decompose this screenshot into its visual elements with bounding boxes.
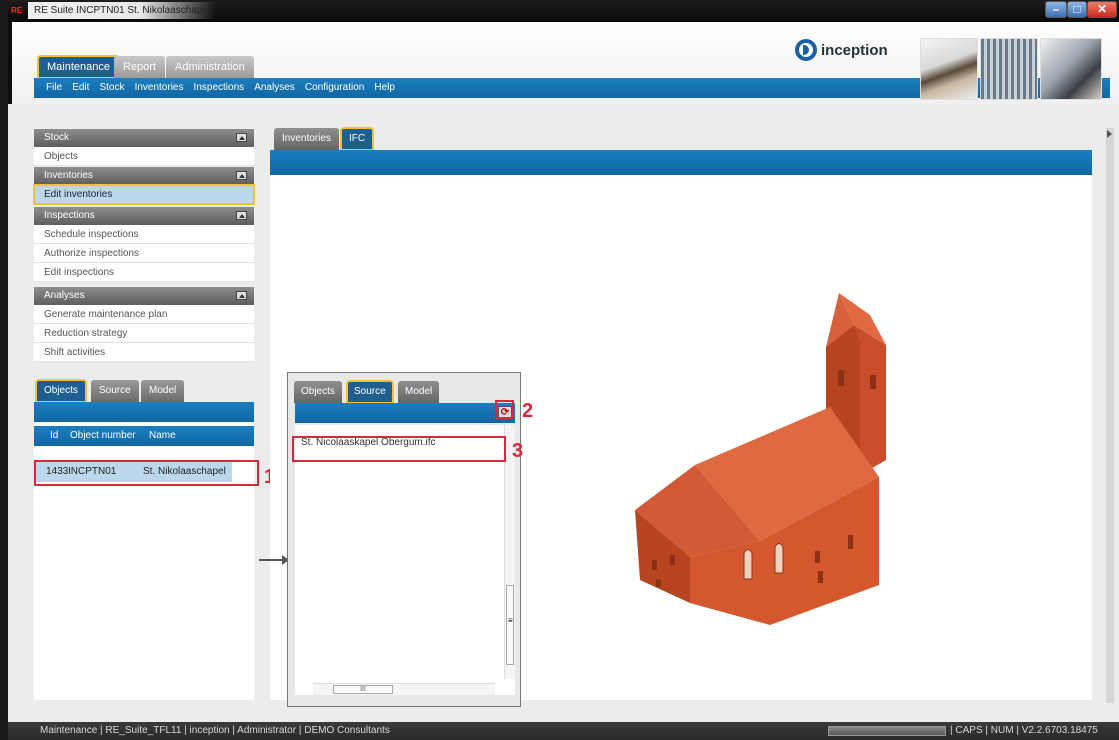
viewer-scrollbar[interactable] [1106, 128, 1114, 703]
menu-configuration[interactable]: Configuration [305, 78, 364, 98]
highlight-box-2 [495, 400, 514, 419]
section-title-inspections: Inspections [44, 210, 95, 221]
minimize-button[interactable]: – [1045, 1, 1067, 18]
source-popup: Objects Source Model ⟳ St. Nicolaaskapel… [287, 372, 521, 707]
title-bar: RE RE Suite INCPTN01 St. Nikolaaschapel … [8, 0, 1119, 22]
module-tab-report[interactable]: Report [114, 56, 166, 78]
section-header-analyses[interactable]: Analyses [34, 287, 254, 305]
vscroll-grip: ≡ [508, 616, 513, 625]
sidebar-item-edit-inventories[interactable]: Edit inventories [33, 184, 255, 205]
menu-inspections[interactable]: Inspections [194, 78, 245, 98]
sidebar-item-reduction-strategy[interactable]: Reduction strategy [34, 324, 254, 343]
module-tab-maintenance[interactable]: Maintenance [37, 55, 120, 79]
section-header-stock[interactable]: Stock [34, 129, 254, 147]
collapse-icon[interactable] [236, 211, 247, 220]
popup-tab-model[interactable]: Model [398, 381, 440, 403]
popup-vertical-scrollbar[interactable]: ≡ [504, 425, 515, 679]
app-header: Maintenance Report Administration File E… [8, 22, 1119, 104]
tablet-hand-photo [1040, 38, 1102, 100]
collapse-icon[interactable] [236, 291, 247, 300]
object-table-header: Id Object number Name [34, 426, 254, 446]
section-title-inventories: Inventories [44, 170, 93, 181]
popup-tab-source[interactable]: Source [346, 380, 394, 404]
viewer-toolbar [270, 150, 1092, 175]
sidebar-item-authorize-inspections[interactable]: Authorize inspections [34, 244, 254, 263]
progress-bar [828, 726, 946, 736]
highlight-box-3 [292, 436, 506, 462]
section-header-inventories[interactable]: Inventories [34, 167, 254, 185]
sidebar-item-shift-activities[interactable]: Shift activities [34, 343, 254, 362]
column-object-number[interactable]: Object number [70, 426, 136, 446]
sidebar-item-edit-inspections[interactable]: Edit inspections [34, 263, 254, 282]
status-left-text: Maintenance | RE_Suite_TFL11 | inception… [40, 725, 390, 736]
column-name[interactable]: Name [149, 426, 176, 446]
menu-help[interactable]: Help [374, 78, 395, 98]
callout-2: 2 [522, 400, 534, 422]
app-icon: RE [11, 6, 23, 15]
hscroll-thumb[interactable]: III [333, 685, 393, 694]
section-title-analyses: Analyses [44, 290, 85, 301]
app-window: RE RE Suite INCPTN01 St. Nikolaaschapel … [8, 0, 1119, 740]
inception-logo: inception [795, 38, 888, 62]
menu-stock[interactable]: Stock [99, 78, 124, 98]
logo-mark-icon [795, 39, 817, 61]
arrow-line [259, 559, 283, 561]
popup-tab-objects[interactable]: Objects [294, 381, 342, 403]
office-building-photo [980, 38, 1038, 100]
section-header-inspections[interactable]: Inspections [34, 207, 254, 225]
module-tab-administration[interactable]: Administration [166, 56, 254, 78]
callout-3: 3 [512, 440, 524, 462]
maximize-button[interactable]: □ [1067, 1, 1087, 18]
menu-file[interactable]: File [46, 78, 62, 98]
status-right-text: | CAPS | NUM | V2.2.6703.18475 [950, 725, 1098, 736]
highlight-box-1 [34, 460, 259, 486]
close-button[interactable]: ✕ [1087, 1, 1117, 18]
sidebar-item-generate-maintenance-plan[interactable]: Generate maintenance plan [34, 305, 254, 324]
tab-model[interactable]: Model [141, 380, 185, 402]
object-panel-toolbar [34, 402, 254, 422]
section-title-stock: Stock [44, 132, 70, 143]
popup-toolbar: ⟳ [295, 403, 515, 423]
status-bar: Maintenance | RE_Suite_TFL11 | inception… [8, 722, 1119, 740]
menu-edit[interactable]: Edit [72, 78, 89, 98]
tab-inventories[interactable]: Inventories [274, 128, 339, 150]
tab-ifc[interactable]: IFC [339, 127, 375, 151]
sidebar-item-schedule-inspections[interactable]: Schedule inspections [34, 225, 254, 244]
tab-source[interactable]: Source [91, 380, 139, 402]
collapse-icon[interactable] [236, 171, 247, 180]
tab-objects[interactable]: Objects [35, 379, 87, 403]
sidebar-item-objects[interactable]: Objects [34, 147, 254, 166]
popup-horizontal-scrollbar[interactable]: III [313, 683, 495, 695]
collapse-icon[interactable] [236, 133, 247, 142]
logo-text: inception [821, 41, 888, 59]
business-people-photo [920, 38, 978, 100]
menu-inventories[interactable]: Inventories [135, 78, 184, 98]
window-title: RE Suite INCPTN01 St. Nikolaaschapel [28, 2, 217, 19]
vscroll-thumb[interactable]: ≡ [506, 585, 514, 665]
content-area: Stock Objects Inventories Edit inventori… [28, 110, 1114, 710]
menu-analyses[interactable]: Analyses [254, 78, 295, 98]
column-id[interactable]: Id [50, 426, 58, 446]
source-file-list: St. Nicolaaskapel Obergum.ifc ≡ III [295, 425, 515, 695]
object-panel: Id Object number Name 1433 INCPTN01 St. … [34, 402, 254, 700]
